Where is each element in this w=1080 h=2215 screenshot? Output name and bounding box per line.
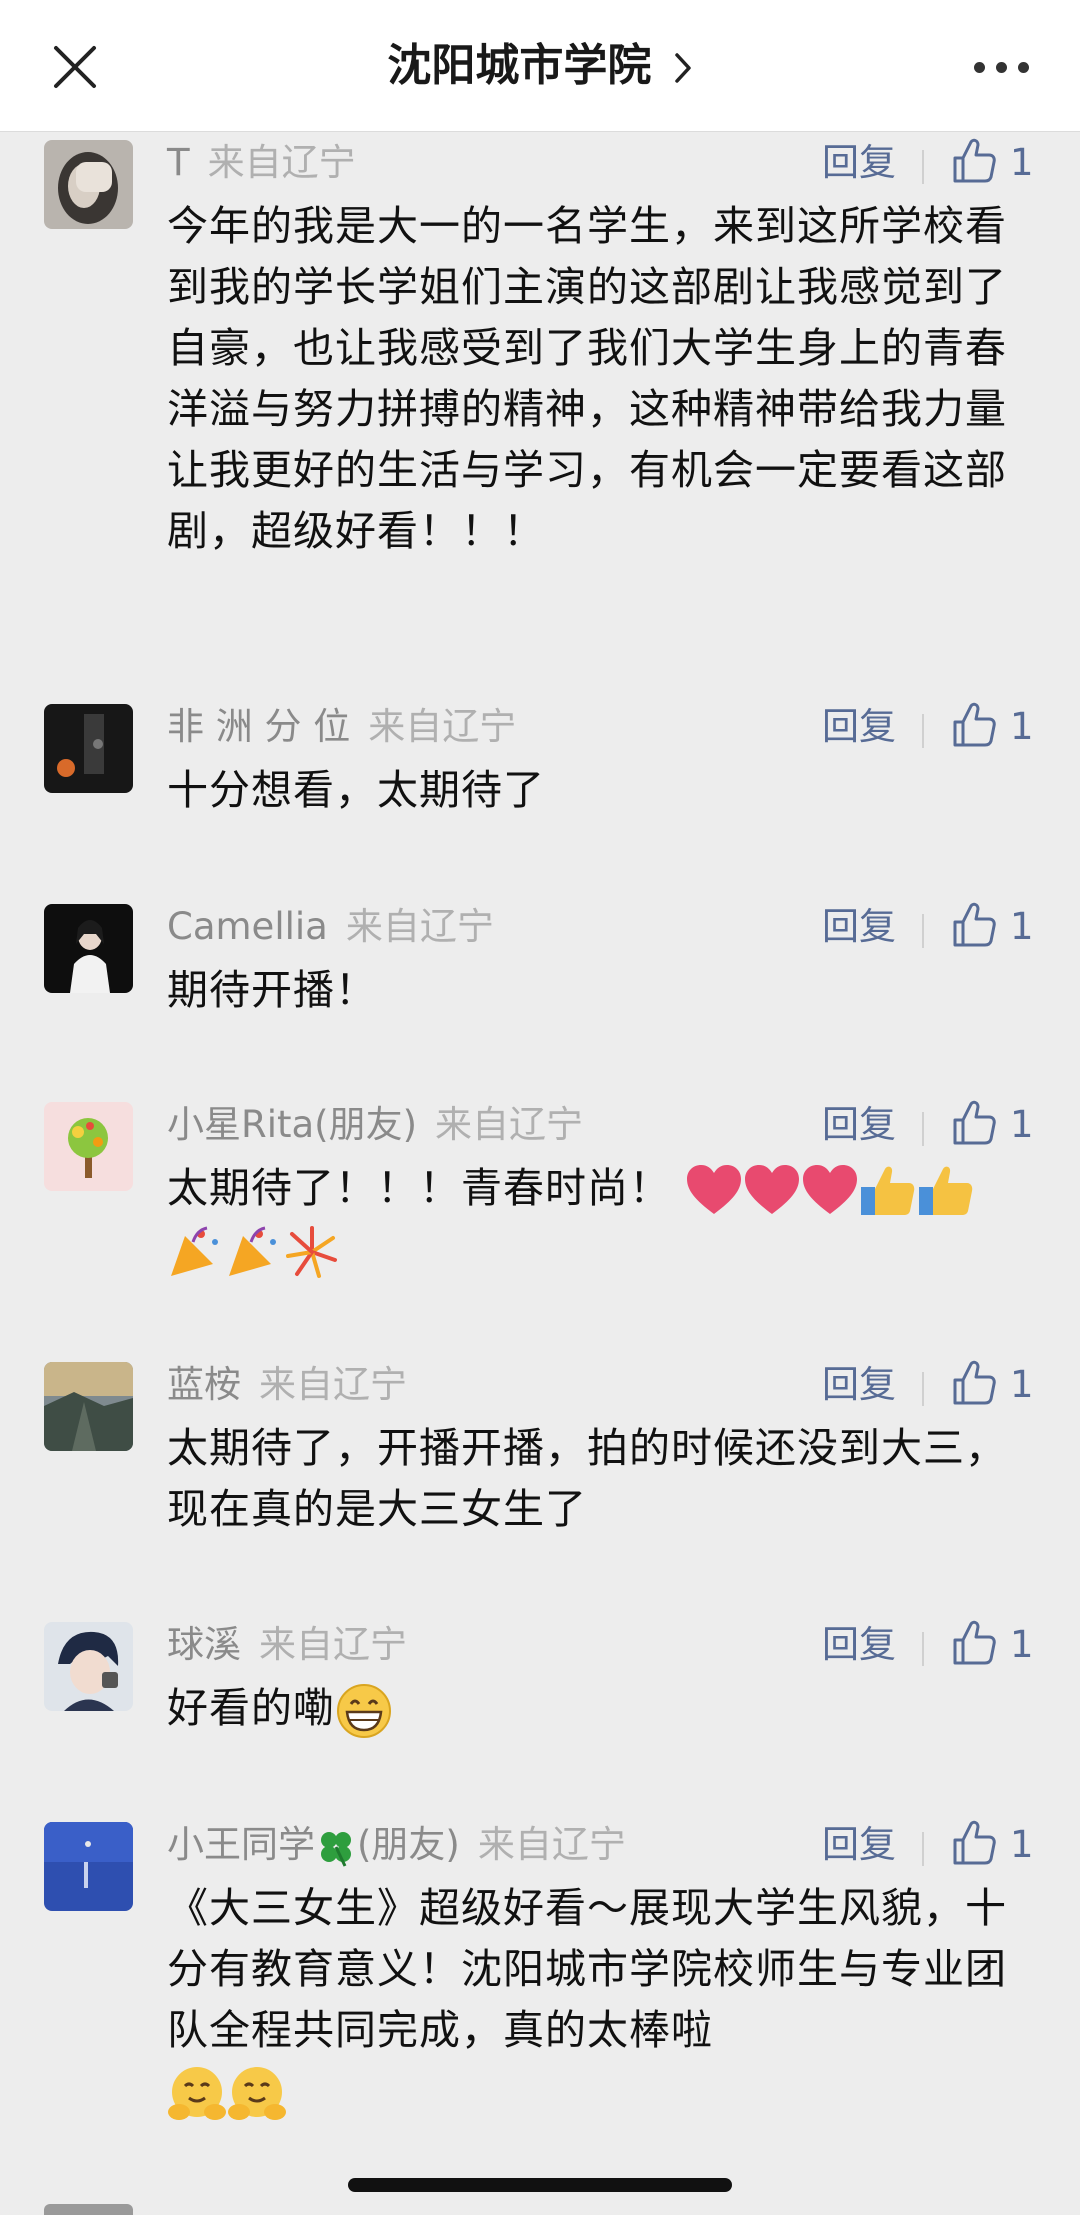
thumbs-up-icon[interactable] xyxy=(952,1620,996,1666)
commenter-name[interactable]: 蓝桉 xyxy=(167,1363,241,1406)
heart-emoji-icon xyxy=(745,1165,800,1214)
avatar[interactable] xyxy=(44,904,133,993)
reply-button[interactable]: 回复 xyxy=(822,702,896,752)
chevron-right-icon xyxy=(674,53,691,83)
next-comment-peek xyxy=(0,2198,1080,2215)
thumbs-up-emoji-icon xyxy=(919,1166,973,1215)
comment-text: 《大三女生》超级好看～展现大学生风貌，十分有教育意义！沈阳城市学院校师生与专业团… xyxy=(167,1878,1027,2124)
commenter-name[interactable]: 小王同学 xyxy=(167,1823,315,1866)
comment-meta: 小星Rita(朋友) 来自辽宁 xyxy=(167,1100,583,1150)
like-count: 1 xyxy=(1010,705,1034,748)
comment-text: 太期待了，开播开播，拍的时候还没到大三，现在真的是大三女生了 xyxy=(167,1424,1007,1533)
commenter-name[interactable]: 小星Rita(朋友) xyxy=(167,1103,417,1146)
home-indicator[interactable] xyxy=(348,2178,732,2192)
comment-location: 来自辽宁 xyxy=(345,905,494,948)
like-count: 1 xyxy=(1010,905,1034,948)
thumbs-up-icon[interactable] xyxy=(952,1820,996,1866)
page-title-text: 沈阳城市学院 xyxy=(387,40,652,91)
commenter-name[interactable]: 非 洲 分 位 xyxy=(167,705,350,748)
comment-text: 好看的嘞 xyxy=(167,1678,1027,1740)
reply-button[interactable]: 回复 xyxy=(822,1620,896,1670)
comment-location: 来自辽宁 xyxy=(368,705,517,748)
commenter-name[interactable]: 球溪 xyxy=(167,1623,241,1666)
like-count: 1 xyxy=(1010,1623,1034,1666)
party-popper-icon xyxy=(229,1226,276,1276)
comment-text-content: 太期待了！！！青春时尚！ xyxy=(167,1164,671,1212)
comment-text-content: 好看的嘞 xyxy=(167,1684,335,1732)
divider xyxy=(922,150,924,184)
fireworks-icon xyxy=(286,1226,337,1278)
reply-button[interactable]: 回复 xyxy=(822,1100,896,1150)
comment-location: 来自辽宁 xyxy=(259,1363,407,1406)
party-popper-icon xyxy=(171,1226,218,1276)
heart-emoji-icon xyxy=(803,1165,858,1214)
avatar[interactable] xyxy=(44,140,133,229)
more-icon[interactable] xyxy=(974,56,1030,76)
divider xyxy=(922,1112,924,1146)
thumbs-up-icon[interactable] xyxy=(952,1360,996,1406)
page-title[interactable]: 沈阳城市学院 xyxy=(0,34,1080,98)
nav-bar: 沈阳城市学院 xyxy=(0,0,1080,132)
commenter-name[interactable]: T xyxy=(167,141,190,184)
thumbs-up-icon[interactable] xyxy=(952,902,996,948)
divider xyxy=(922,714,924,748)
divider xyxy=(922,914,924,948)
comment-meta: Camellia 来自辽宁 xyxy=(167,902,494,952)
avatar[interactable] xyxy=(44,1362,133,1451)
comment-meta: 蓝桉 来自辽宁 xyxy=(167,1360,407,1410)
heart-emoji-icon xyxy=(687,1165,742,1214)
comment-meta: 非 洲 分 位来自辽宁 xyxy=(167,702,516,752)
hugging-face-icon xyxy=(228,2067,286,2120)
like-count: 1 xyxy=(1010,141,1034,184)
like-count: 1 xyxy=(1010,1823,1034,1866)
avatar[interactable] xyxy=(44,1622,133,1711)
commenter-name-suffix: (朋友) xyxy=(357,1823,460,1866)
reply-button[interactable]: 回复 xyxy=(822,1820,896,1870)
like-count: 1 xyxy=(1010,1103,1034,1146)
comment-location: 来自辽宁 xyxy=(207,141,356,184)
divider xyxy=(922,1372,924,1406)
thumbs-up-icon[interactable] xyxy=(952,138,996,184)
comment-text-content: 《大三女生》超级好看～展现大学生风貌，十分有教育意义！沈阳城市学院校师生与专业团… xyxy=(167,1884,1007,2054)
comment-location: 来自辽宁 xyxy=(435,1103,584,1146)
comment-text: 十分想看，太期待了 xyxy=(167,766,545,814)
comment-text: 今年的我是大一的一名学生，来到这所学校看到我的学长学姐们主演的这部剧让我感觉到了… xyxy=(167,202,1007,555)
thumbs-up-icon[interactable] xyxy=(952,1100,996,1146)
thumbs-up-emoji-icon xyxy=(861,1166,915,1215)
reply-button[interactable]: 回复 xyxy=(822,138,896,188)
comment-meta: T 来自辽宁 xyxy=(167,138,356,188)
avatar[interactable] xyxy=(44,704,133,793)
avatar[interactable] xyxy=(44,1822,133,1911)
four-leaf-clover-icon xyxy=(321,1831,351,1867)
comment-text: 期待开播！ xyxy=(167,966,377,1014)
commenter-name[interactable]: Camellia xyxy=(167,905,328,948)
like-count: 1 xyxy=(1010,1363,1034,1406)
grinning-face-icon xyxy=(337,1684,391,1738)
comment-text: 太期待了！！！青春时尚！ xyxy=(167,1158,1027,1280)
reply-button[interactable]: 回复 xyxy=(822,1360,896,1410)
divider xyxy=(922,1832,924,1866)
avatar[interactable] xyxy=(44,1102,133,1191)
reply-button[interactable]: 回复 xyxy=(822,902,896,952)
thumbs-up-icon[interactable] xyxy=(952,702,996,748)
comment-meta: 小王同学 (朋友) 来自辽宁 xyxy=(167,1820,626,1870)
comment-location: 来自辽宁 xyxy=(259,1623,407,1666)
comment-meta: 球溪 来自辽宁 xyxy=(167,1620,407,1670)
comment-location: 来自辽宁 xyxy=(477,1823,626,1866)
hugging-face-icon xyxy=(168,2067,226,2120)
divider xyxy=(922,1632,924,1666)
